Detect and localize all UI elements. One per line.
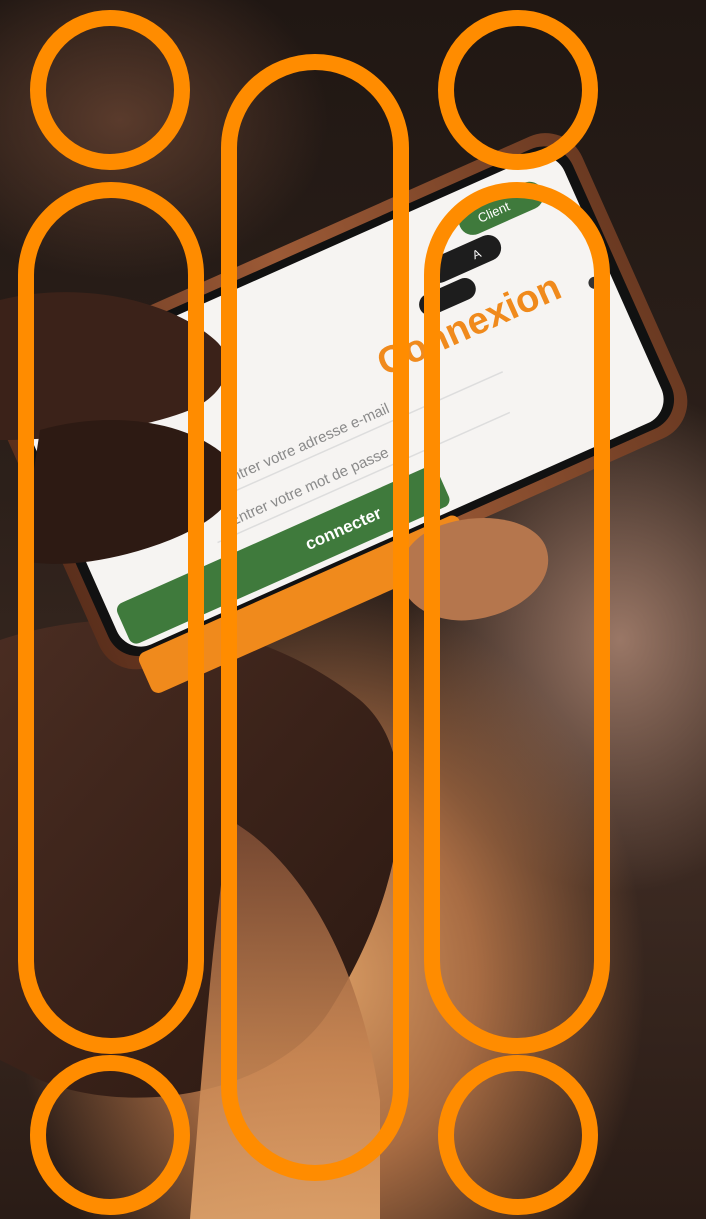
ring-top-right: [438, 10, 598, 170]
photo-background: Client A Connexion Entrer votre adresse …: [0, 0, 706, 1219]
ring-bottom-right: [438, 1055, 598, 1215]
photo-illustration: Client A Connexion Entrer votre adresse …: [0, 10, 688, 1219]
ring-top-left: [30, 10, 190, 170]
